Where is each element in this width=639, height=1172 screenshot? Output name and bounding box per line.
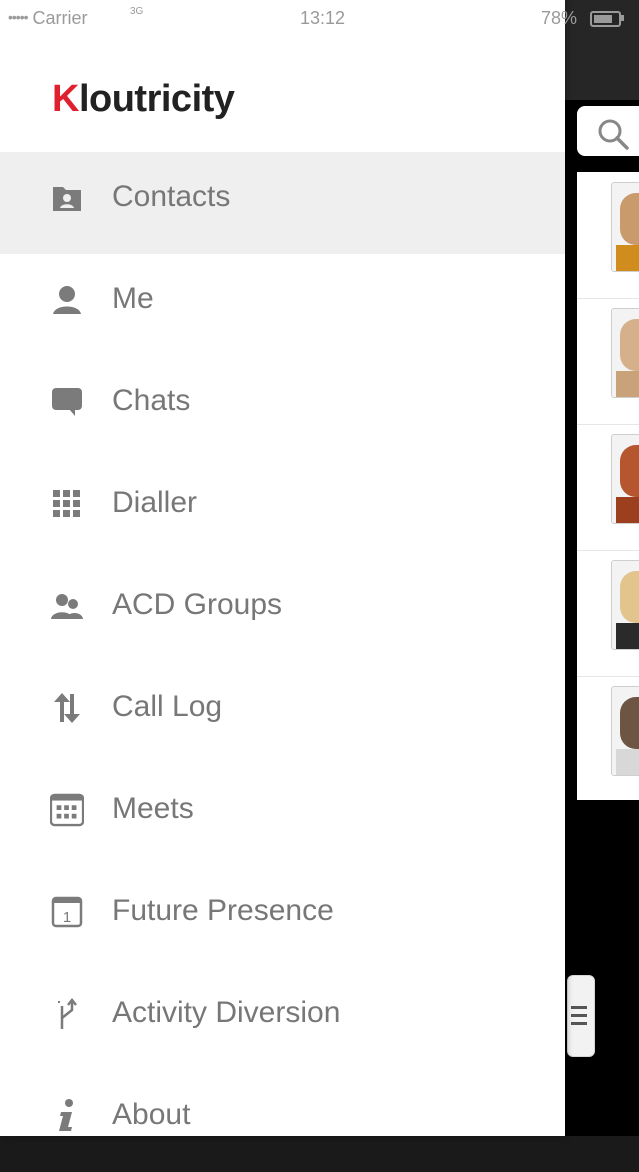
menu-label: Me [112, 282, 154, 315]
contact-row[interactable] [577, 676, 639, 802]
contact-row[interactable] [577, 550, 639, 677]
contact-row[interactable] [577, 172, 639, 299]
menu-label: Meets [112, 792, 194, 825]
diversion-arrow-icon [50, 996, 84, 1032]
battery-percent: 78% [541, 8, 578, 28]
person-icon [50, 282, 84, 318]
contact-row[interactable] [577, 424, 639, 551]
menu-label: Contacts [112, 180, 231, 213]
menu-label: Call Log [112, 690, 223, 723]
keypad-icon [50, 486, 84, 522]
menu-item-acd-groups[interactable]: ACD Groups [0, 560, 565, 662]
carrier-info: ••••• Carrier [8, 8, 88, 29]
network-type: 3G [130, 6, 144, 17]
up-down-arrows-icon [50, 690, 84, 726]
contact-avatar [611, 182, 639, 272]
menu-item-contacts[interactable]: Contacts [0, 152, 565, 254]
signal-icon: ••••• [8, 9, 28, 25]
menu-label: Dialler [112, 486, 198, 519]
menu-label: Activity Diversion [112, 996, 341, 1029]
contact-avatar [611, 434, 639, 524]
underlying-contacts-screen [565, 0, 639, 1136]
search-icon [598, 119, 629, 150]
menu-label: ACD Groups [112, 588, 283, 621]
contact-row[interactable] [577, 298, 639, 425]
drawer-menu: Contacts Me Chats Dialler ACD Groups Cal… [0, 152, 565, 1172]
menu-item-about[interactable]: About [0, 1070, 565, 1172]
navigation-drawer: Kloutricity Contacts Me Chats Dialler AC… [0, 0, 565, 1136]
menu-label: About [112, 1098, 191, 1131]
contact-avatar [611, 308, 639, 398]
group-icon [50, 588, 84, 624]
calendar-grid-icon [50, 792, 84, 828]
menu-label: Chats [112, 384, 191, 417]
contacts-icon [50, 180, 84, 216]
menu-item-dialler[interactable]: Dialler [0, 458, 565, 560]
calendar-day-icon: 1 [50, 894, 84, 930]
contact-avatar [611, 560, 639, 650]
info-icon [50, 1098, 84, 1134]
menu-item-chats[interactable]: Chats [0, 356, 565, 458]
contacts-list [577, 172, 639, 800]
menu-item-call-log[interactable]: Call Log [0, 662, 565, 764]
drawer-drag-handle[interactable] [567, 975, 595, 1057]
menu-label: Future Presence [112, 894, 334, 927]
menu-item-future-presence[interactable]: 1 Future Presence [0, 866, 565, 968]
chat-bubble-icon [50, 384, 84, 420]
contact-avatar [611, 686, 639, 776]
svg-text:1: 1 [63, 909, 71, 926]
search-bar[interactable] [577, 106, 639, 156]
menu-item-me[interactable]: Me [0, 254, 565, 356]
clock: 13:12 [300, 8, 346, 28]
status-bar: ••••• Carrier 3G 13:12 78% [0, 0, 639, 38]
carrier-name: Carrier [32, 8, 88, 28]
app-logo: Kloutricity [52, 78, 235, 120]
battery-icon [590, 11, 621, 27]
menu-item-activity-diversion[interactable]: Activity Diversion [0, 968, 565, 1070]
menu-item-meets[interactable]: Meets [0, 764, 565, 866]
